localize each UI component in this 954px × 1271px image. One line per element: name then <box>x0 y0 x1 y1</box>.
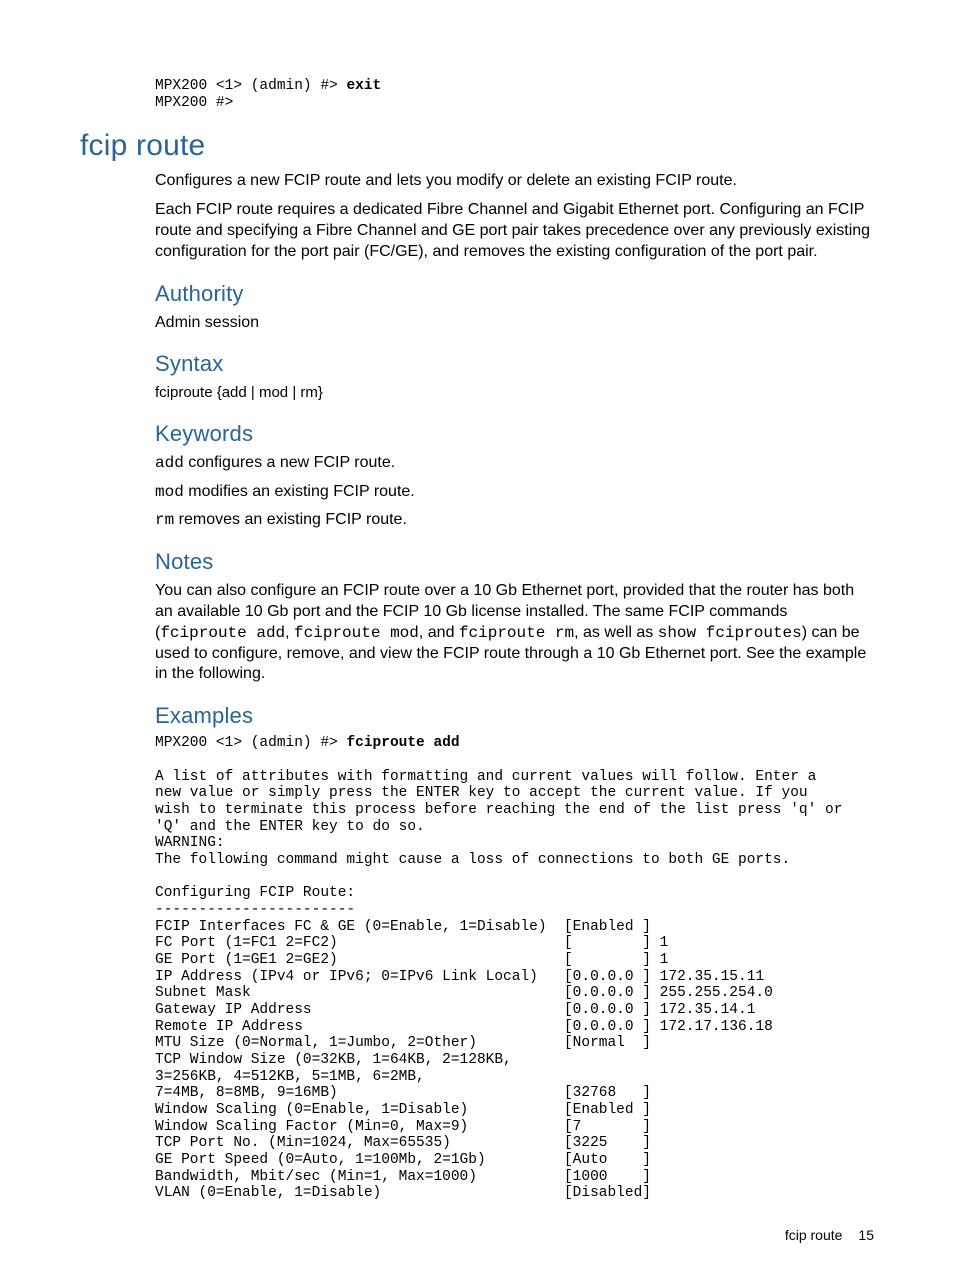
kw-add: add <box>155 454 184 472</box>
prompt-text: MPX200 <1> (admin) #> <box>155 78 346 94</box>
ex-prompt: MPX200 <1> (admin) #> <box>155 735 346 751</box>
kw-mod: mod <box>155 483 184 501</box>
ex-body: A list of attributes with formatting and… <box>155 769 842 1202</box>
kw-rm: rm <box>155 511 174 529</box>
kw-add-desc: configures a new FCIP route. <box>184 454 395 471</box>
ex-cmd: fciproute add <box>346 735 459 751</box>
section-title: fcip route <box>80 129 874 163</box>
syntax-line: fciproute {add | mod | rm} <box>155 383 874 403</box>
syntax-head: Syntax <box>155 351 874 377</box>
kw-rm-desc: removes an existing FCIP route. <box>174 511 407 528</box>
prompt-line-2: MPX200 #> <box>155 95 233 111</box>
examples-head: Examples <box>155 703 874 729</box>
examples-block: MPX200 <1> (admin) #> fciproute add A li… <box>155 735 874 1202</box>
page-footer: fcip route 15 <box>785 1227 874 1243</box>
intro-para-1: Configures a new FCIP route and lets you… <box>155 171 874 192</box>
keywords-head: Keywords <box>155 421 874 447</box>
footer-label: fcip route <box>785 1227 843 1243</box>
kw-mod-desc: modifies an existing FCIP route. <box>184 483 415 500</box>
keyword-add: add configures a new FCIP route. <box>155 453 874 474</box>
notes-head: Notes <box>155 549 874 575</box>
authority-head: Authority <box>155 281 874 307</box>
keyword-rm: rm removes an existing FCIP route. <box>155 510 874 531</box>
top-code-block: MPX200 <1> (admin) #> exit MPX200 #> <box>80 78 874 111</box>
page-content: MPX200 <1> (admin) #> exit MPX200 #> fci… <box>0 0 954 1202</box>
authority-body: Admin session <box>155 313 874 334</box>
exit-cmd: exit <box>346 78 381 94</box>
notes-body: You can also configure an FCIP route ove… <box>155 581 874 685</box>
footer-page: 15 <box>858 1227 874 1243</box>
intro-para-2: Each FCIP route requires a dedicated Fib… <box>155 200 874 262</box>
keyword-mod: mod modifies an existing FCIP route. <box>155 482 874 503</box>
